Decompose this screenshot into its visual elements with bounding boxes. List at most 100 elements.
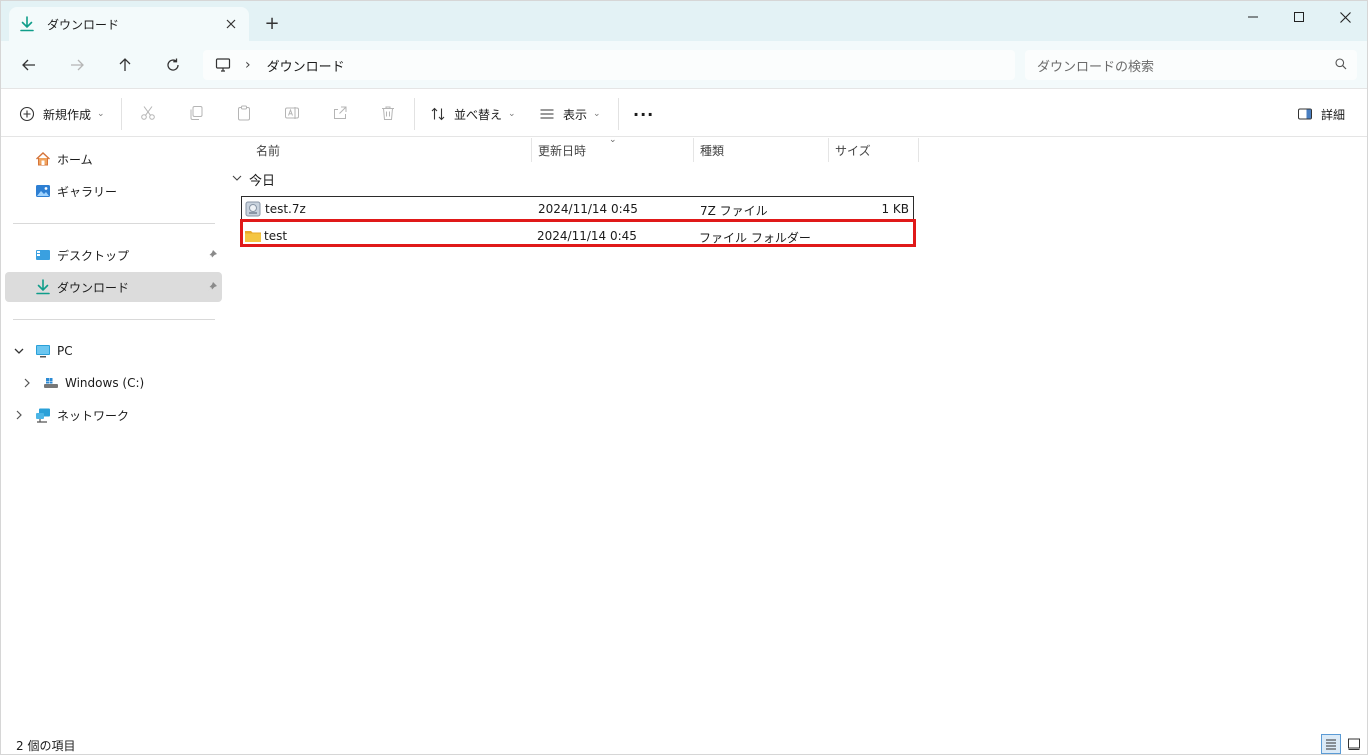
sidebar-divider	[13, 319, 215, 320]
file-modified: 2024/11/14 0:45	[538, 202, 638, 216]
home-icon	[35, 151, 51, 167]
pin-icon[interactable]	[206, 281, 218, 293]
trash-icon	[382, 106, 394, 120]
file-type: 7Z ファイル	[700, 204, 768, 218]
close-window-button[interactable]	[1322, 5, 1368, 29]
command-bar: 新規作成 ⌄ 並べ替え ⌄ 表示 ⌄ ··· 詳細	[1, 90, 1367, 137]
view-list-icon	[540, 109, 554, 119]
sidebar-item-label: ギャラリー	[57, 184, 118, 199]
details-pane-icon	[1298, 108, 1312, 120]
chevron-down-icon: ⌄	[97, 109, 105, 119]
up-arrow-icon	[119, 58, 131, 71]
desktop-icon	[35, 247, 51, 263]
tab-downloads[interactable]: ダウンロード	[9, 7, 249, 41]
pin-icon[interactable]	[206, 249, 218, 261]
toolbar-divider	[618, 98, 619, 130]
file-list: 名前 ⌄ 更新日時 種類 サイズ 今日 test.7z 2024/11/14 0…	[225, 135, 1367, 732]
maximize-icon	[1294, 12, 1304, 22]
item-count: 2 個の項目	[16, 739, 76, 753]
close-tab-icon[interactable]	[223, 16, 239, 32]
network-icon	[35, 407, 51, 423]
sidebar-item-label: ダウンロード	[57, 280, 130, 295]
sidebar-divider	[13, 223, 215, 224]
column-header-type[interactable]: 種類	[693, 138, 829, 162]
details-pane-button[interactable]: 詳細	[1297, 102, 1345, 126]
close-icon	[1339, 11, 1351, 23]
toolbar-divider	[414, 98, 415, 130]
rename-button[interactable]	[282, 103, 302, 123]
column-header-modified[interactable]: 更新日時	[531, 138, 694, 162]
sidebar-item-label: デスクトップ	[57, 248, 130, 263]
column-header-label: サイズ	[835, 143, 871, 158]
tiles-view-icon	[1348, 738, 1360, 750]
breadcrumb-separator[interactable]: ›	[245, 57, 251, 73]
chevron-down-icon	[231, 172, 243, 188]
column-header-label: 名前	[256, 143, 281, 158]
tiles-view-button[interactable]	[1344, 734, 1364, 754]
title-bar: ダウンロード +	[1, 1, 1367, 41]
sidebar-item-downloads[interactable]: ダウンロード	[5, 272, 222, 302]
breadcrumb-downloads[interactable]: ダウンロード	[267, 56, 345, 75]
navigation-bar: › ダウンロード ダウンロードの検索	[1, 41, 1367, 89]
sidebar-item-network[interactable]: ネットワーク	[5, 400, 222, 430]
details-view-button[interactable]	[1321, 734, 1341, 754]
search-icon	[1335, 58, 1347, 74]
archive-file-icon	[245, 201, 261, 217]
sidebar-item-desktop[interactable]: デスクトップ	[5, 240, 222, 270]
view-button[interactable]: 表示 ⌄	[539, 102, 601, 126]
chevron-down-icon: ⌄	[593, 109, 601, 119]
share-button[interactable]	[330, 103, 350, 123]
sidebar-item-label: ネットワーク	[57, 408, 130, 423]
status-bar: 2 個の項目	[1, 732, 1367, 755]
file-explorer-window: ダウンロード + › ダウンロード ダウンロードの検索 新規作成 ⌄ 並べ替え …	[0, 0, 1368, 755]
column-header-label: 種類	[700, 143, 725, 158]
column-header-name[interactable]: 名前	[249, 138, 532, 162]
search-input[interactable]: ダウンロードの検索	[1025, 50, 1357, 80]
forward-button[interactable]	[65, 53, 89, 77]
delete-button[interactable]	[378, 103, 398, 123]
cut-button[interactable]	[138, 103, 158, 123]
details-button-label: 詳細	[1321, 107, 1346, 122]
minimize-icon	[1248, 16, 1258, 18]
copy-button[interactable]	[186, 103, 206, 123]
group-label: 今日	[249, 174, 276, 189]
rename-icon	[285, 107, 299, 119]
copy-icon	[190, 106, 203, 120]
sidebar-item-gallery[interactable]: ギャラリー	[5, 176, 222, 206]
chevron-down-icon[interactable]	[13, 345, 25, 357]
table-row[interactable]: test.7z 2024/11/14 0:45 7Z ファイル 1 KB	[241, 196, 914, 220]
chevron-right-icon[interactable]	[13, 409, 25, 421]
more-options-button[interactable]: ···	[633, 102, 654, 126]
highlight-box	[240, 219, 916, 247]
clipboard-icon	[238, 105, 250, 121]
refresh-button[interactable]	[161, 53, 185, 77]
refresh-icon	[167, 58, 179, 71]
paste-button[interactable]	[234, 103, 254, 123]
toolbar-divider	[121, 98, 122, 130]
file-size: 1 KB	[881, 202, 909, 216]
sidebar-item-label: PC	[57, 344, 73, 358]
gallery-icon	[35, 183, 51, 199]
pc-icon	[35, 343, 51, 359]
new-tab-button[interactable]: +	[263, 15, 281, 33]
up-button[interactable]	[113, 53, 137, 77]
new-button[interactable]: 新規作成 ⌄	[19, 102, 105, 126]
file-name: test.7z	[265, 202, 306, 216]
forward-arrow-icon	[71, 59, 84, 71]
column-header-size[interactable]: サイズ	[828, 138, 919, 162]
group-header-today[interactable]: 今日	[231, 170, 275, 189]
maximize-button[interactable]	[1276, 5, 1322, 29]
minimize-button[interactable]	[1230, 5, 1276, 29]
details-view-icon	[1326, 739, 1336, 750]
sidebar-item-pc[interactable]: PC	[5, 336, 222, 366]
computer-icon	[215, 58, 231, 72]
chevron-right-icon[interactable]	[21, 377, 33, 389]
sidebar-item-windows-c[interactable]: Windows (C:)	[5, 368, 222, 398]
back-arrow-icon	[22, 59, 35, 71]
sort-button[interactable]: 並べ替え ⌄	[430, 102, 516, 126]
sidebar-item-home[interactable]: ホーム	[5, 144, 222, 174]
back-button[interactable]	[17, 53, 41, 77]
address-bar[interactable]: › ダウンロード	[203, 50, 1015, 80]
search-placeholder: ダウンロードの検索	[1037, 59, 1155, 75]
share-icon	[334, 106, 347, 119]
